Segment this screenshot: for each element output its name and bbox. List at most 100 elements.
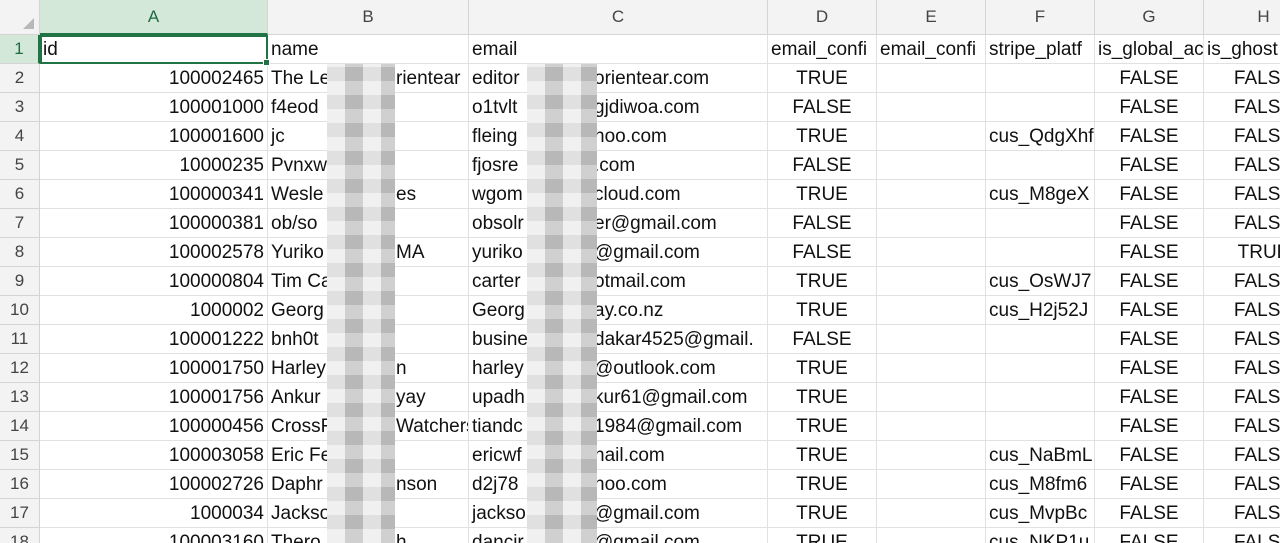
table-cell[interactable]: FALSE: [1204, 325, 1280, 354]
table-cell[interactable]: FALSE: [768, 151, 877, 180]
table-cell[interactable]: Harley n: [268, 354, 469, 383]
table-cell[interactable]: [877, 441, 986, 470]
table-cell[interactable]: jackso @gmail.com: [469, 499, 768, 528]
table-cell[interactable]: [877, 64, 986, 93]
table-cell[interactable]: yuriko @gmail.com: [469, 238, 768, 267]
table-cell[interactable]: FALSE: [1204, 267, 1280, 296]
table-cell[interactable]: [877, 528, 986, 543]
spreadsheet-grid[interactable]: A B C D E F G H 1 id name email email_confi email_con…: [0, 0, 1280, 543]
table-cell[interactable]: f4eod: [268, 93, 469, 122]
table-cell[interactable]: [986, 64, 1095, 93]
table-cell[interactable]: [877, 151, 986, 180]
table-cell[interactable]: 100001000: [40, 93, 268, 122]
table-cell[interactable]: 100002726: [40, 470, 268, 499]
row-header-9[interactable]: 9: [0, 267, 40, 296]
table-cell[interactable]: [877, 209, 986, 238]
column-header-e[interactable]: E: [877, 0, 986, 35]
table-cell[interactable]: TRUE: [768, 528, 877, 543]
row-header-14[interactable]: 14: [0, 412, 40, 441]
table-cell[interactable]: [986, 238, 1095, 267]
table-cell[interactable]: Thero h: [268, 528, 469, 543]
table-cell[interactable]: FALSE: [1095, 354, 1204, 383]
table-cell[interactable]: FALSE: [768, 209, 877, 238]
table-cell[interactable]: harley @outlook.com: [469, 354, 768, 383]
row-header-6[interactable]: 6: [0, 180, 40, 209]
table-cell[interactable]: carter otmail.com: [469, 267, 768, 296]
column-header-f[interactable]: F: [986, 0, 1095, 35]
column-header-a[interactable]: A: [40, 0, 268, 35]
column-header-d[interactable]: D: [768, 0, 877, 35]
table-cell[interactable]: [877, 499, 986, 528]
row-header-16[interactable]: 16: [0, 470, 40, 499]
table-cell[interactable]: FALSE: [1204, 64, 1280, 93]
row-header-4[interactable]: 4: [0, 122, 40, 151]
table-cell[interactable]: FALSE: [1204, 209, 1280, 238]
row-header-11[interactable]: 11: [0, 325, 40, 354]
table-cell[interactable]: TRUE: [768, 180, 877, 209]
table-cell[interactable]: cus_M8geX: [986, 180, 1095, 209]
table-cell[interactable]: 1000002: [40, 296, 268, 325]
header-cell-e[interactable]: email_confi: [877, 35, 986, 64]
table-cell[interactable]: [877, 412, 986, 441]
column-header-c[interactable]: C: [469, 0, 768, 35]
table-cell[interactable]: FALSE: [1095, 528, 1204, 543]
select-all-triangle-icon[interactable]: [23, 18, 34, 29]
row-header-17[interactable]: 17: [0, 499, 40, 528]
table-cell[interactable]: FALSE: [1204, 122, 1280, 151]
table-cell[interactable]: FALSE: [1095, 441, 1204, 470]
select-all-corner[interactable]: [0, 0, 40, 35]
table-cell[interactable]: FALSE: [1204, 528, 1280, 543]
table-cell[interactable]: cus_NKP1u: [986, 528, 1095, 543]
table-cell[interactable]: 100000341: [40, 180, 268, 209]
table-cell[interactable]: [877, 470, 986, 499]
table-cell[interactable]: FALSE: [1095, 383, 1204, 412]
table-cell[interactable]: TRUE: [768, 470, 877, 499]
table-cell[interactable]: TRUE: [768, 499, 877, 528]
table-cell[interactable]: FALSE: [768, 93, 877, 122]
table-cell[interactable]: Pvnxw: [268, 151, 469, 180]
table-cell[interactable]: fleing hoo.com: [469, 122, 768, 151]
row-header-10[interactable]: 10: [0, 296, 40, 325]
header-cell-a[interactable]: id: [40, 35, 268, 64]
table-cell[interactable]: 10000235: [40, 151, 268, 180]
table-cell[interactable]: Georg ay.co.nz: [469, 296, 768, 325]
row-header-5[interactable]: 5: [0, 151, 40, 180]
row-header-2[interactable]: 2: [0, 64, 40, 93]
table-cell[interactable]: CrossF Watchers: [268, 412, 469, 441]
table-cell[interactable]: 100002465: [40, 64, 268, 93]
table-cell[interactable]: FALSE: [1204, 412, 1280, 441]
table-cell[interactable]: 100001750: [40, 354, 268, 383]
table-cell[interactable]: ob/so: [268, 209, 469, 238]
row-header-13[interactable]: 13: [0, 383, 40, 412]
table-cell[interactable]: [877, 93, 986, 122]
table-cell[interactable]: editor orientear.com: [469, 64, 768, 93]
table-cell[interactable]: Jackso: [268, 499, 469, 528]
table-cell[interactable]: TRUE: [768, 296, 877, 325]
table-cell[interactable]: 100001756: [40, 383, 268, 412]
table-cell[interactable]: TRUE: [768, 122, 877, 151]
table-cell[interactable]: FALSE: [1204, 499, 1280, 528]
table-cell[interactable]: wgom cloud.com: [469, 180, 768, 209]
table-cell[interactable]: cus_OsWJ7: [986, 267, 1095, 296]
header-cell-d[interactable]: email_confi: [768, 35, 877, 64]
table-cell[interactable]: FALSE: [1095, 412, 1204, 441]
table-cell[interactable]: [986, 151, 1095, 180]
table-cell[interactable]: [986, 354, 1095, 383]
table-cell[interactable]: Wesle es: [268, 180, 469, 209]
table-cell[interactable]: FALSE: [1095, 209, 1204, 238]
table-cell[interactable]: FALSE: [1095, 499, 1204, 528]
table-cell[interactable]: FALSE: [1204, 354, 1280, 383]
column-header-b[interactable]: B: [268, 0, 469, 35]
table-cell[interactable]: jc: [268, 122, 469, 151]
table-cell[interactable]: TRUE: [768, 64, 877, 93]
table-cell[interactable]: o1tvlt gjdiwoa.com: [469, 93, 768, 122]
row-header-18[interactable]: 18: [0, 528, 40, 543]
table-cell[interactable]: 100001222: [40, 325, 268, 354]
table-cell[interactable]: [877, 267, 986, 296]
header-cell-g[interactable]: is_global_ac: [1095, 35, 1204, 64]
column-header-g[interactable]: G: [1095, 0, 1204, 35]
table-cell[interactable]: FALSE: [1095, 93, 1204, 122]
table-cell[interactable]: [877, 354, 986, 383]
column-header-h[interactable]: H: [1204, 0, 1280, 35]
table-cell[interactable]: ericwf nail.com: [469, 441, 768, 470]
